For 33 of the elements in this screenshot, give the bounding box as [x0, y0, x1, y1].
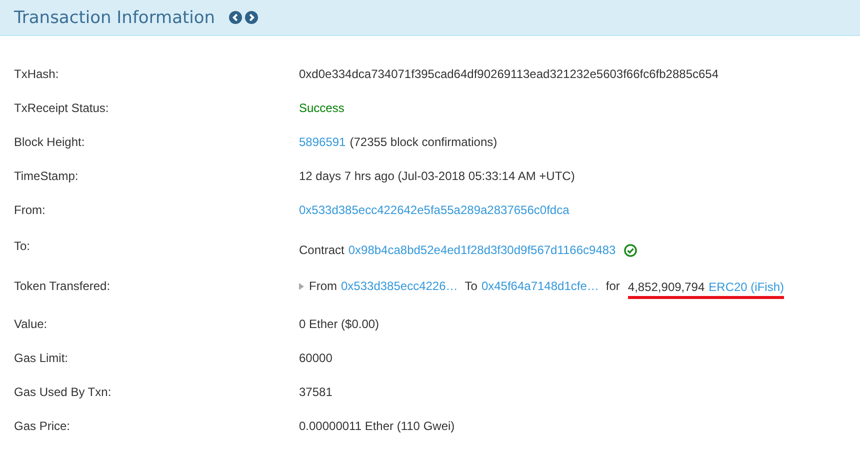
value-text: 37581 — [299, 385, 332, 399]
value-text: (72355 block confirmations) — [350, 135, 498, 149]
field-label: TxHash: — [13, 67, 60, 81]
value-text: To — [464, 279, 478, 293]
field-label: Token Transfered: — [13, 279, 112, 293]
address-link[interactable]: 5896591 — [299, 135, 346, 149]
value-text: 0xd0e334dca734071f395cad64df90269113ead321232e5603f66fc6fb2885c654 — [299, 67, 719, 81]
panel-title: Transaction Information — [14, 8, 216, 28]
address-link[interactable]: 0x533d385ecc422642e5fa55a289a2837656c0fdca — [299, 203, 570, 217]
value-text: for — [606, 279, 620, 293]
field-label: From: — [13, 203, 46, 217]
value-text: 60000 — [299, 351, 332, 365]
field-label: To: — [13, 239, 32, 253]
field-label: Value: — [13, 317, 48, 331]
value-text: Contract — [299, 243, 344, 257]
token-amount: 4,852,909,794 — [628, 280, 705, 294]
value-text: 0 Ether ($0.00) — [299, 317, 380, 331]
field-label: TimeStamp: — [13, 169, 80, 183]
status-text: Success — [299, 101, 344, 115]
value-text: From — [309, 279, 337, 293]
field-label: Gas Price: — [13, 419, 72, 433]
field-label: Gas Limit: — [13, 351, 70, 365]
previous-icon[interactable] — [229, 11, 242, 24]
next-icon[interactable] — [245, 11, 258, 24]
value-text: 12 days 7 hrs ago (Jul-03-2018 05:33:14 AM +UTC) — [299, 169, 575, 183]
address-link[interactable]: 0x45f64a7148d1cfe… — [481, 279, 599, 293]
value-text: 0.00000011 Ether (110 Gwei) — [299, 419, 455, 433]
address-link[interactable]: 0x533d385ecc4226… — [341, 279, 458, 293]
field-label: Block Height: — [13, 135, 86, 149]
address-link[interactable]: 0x98b4ca8bd52e4ed1f28d3f30d9f567d1166c9483 — [348, 243, 616, 257]
field-label: Gas Used By Txn: — [13, 385, 112, 399]
token-link[interactable]: ERC20 (iFish) — [708, 280, 784, 294]
field-label: TxReceipt Status: — [13, 101, 110, 115]
